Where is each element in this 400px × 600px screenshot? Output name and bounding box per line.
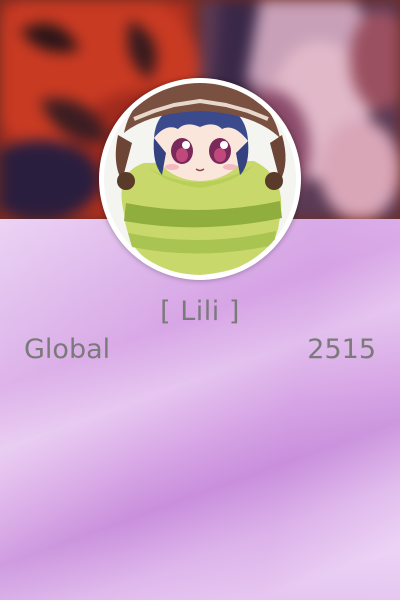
avatar[interactable]: [99, 78, 301, 280]
global-rank-row: Global 2515: [24, 334, 376, 370]
profile-card: [ Lili ] Global 2515: [0, 0, 400, 600]
chibi-character-avatar-icon: [104, 83, 296, 275]
global-rank-value: 2515: [307, 334, 376, 365]
global-rank-label: Global: [24, 334, 111, 365]
username: [ Lili ]: [160, 296, 240, 327]
